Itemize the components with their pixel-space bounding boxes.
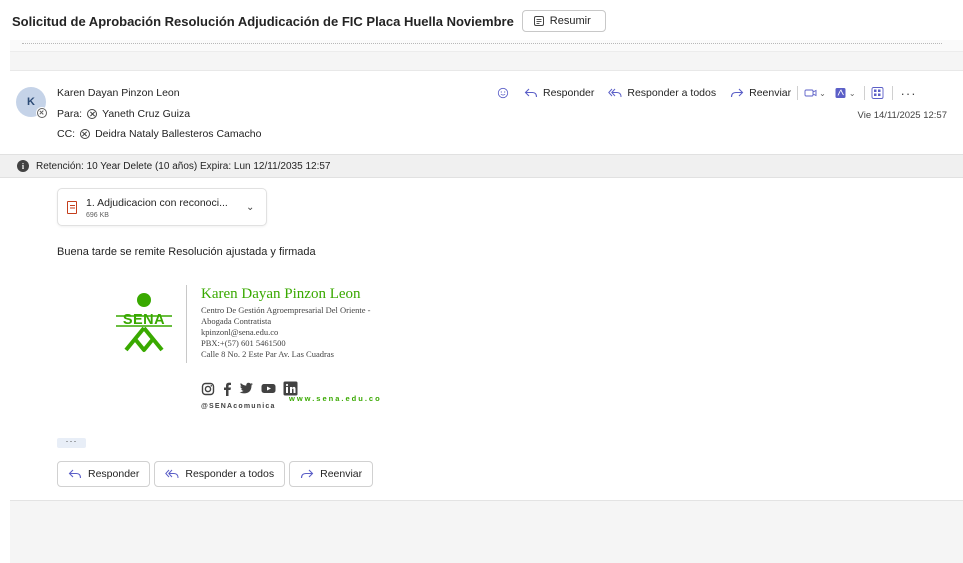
reply-buttons: Responder Responder a todos Reenviar [57,461,374,487]
to-recipient[interactable]: Yaneth Cruz Guiza [102,108,190,120]
reply-footer-label: Responder [88,468,140,480]
chevron-down-icon: ⌄ [848,88,856,98]
presence-offline-icon [37,108,47,118]
thread-gap [10,52,963,70]
retention-banner: i Retención: 10 Year Delete (10 años) Ex… [0,154,963,178]
forward-icon [301,469,314,479]
attachment-name: 1. Adjudicacion con reconoci... [86,197,228,209]
signature-line-address: Calle 8 No. 2 Este Par Av. Las Cuadras [201,349,334,359]
signature-divider [186,285,187,363]
facebook-icon[interactable] [222,382,232,396]
signature-line-org: Centro De Gestión Agroempresarial Del Or… [201,305,371,315]
cc-label: CC: [57,128,76,140]
reply-footer-button[interactable]: Responder [57,461,151,487]
website-link[interactable]: www.sena.edu.co [289,394,382,403]
sena-logo: SENA [116,293,172,352]
social-links [201,381,298,396]
forward-footer-label: Reenviar [320,468,363,480]
reply-all-label: Responder a todos [627,87,717,99]
signature-line-role: Abogada Contratista [201,316,272,326]
teams-share-button[interactable]: ⌄ [804,87,826,99]
twitter-icon[interactable] [239,382,254,395]
actions-divider [891,86,893,100]
show-trimmed-content-button[interactable]: ··· [57,437,86,448]
signature-line-email[interactable]: kpinzonl@sena.edu.co [201,327,278,337]
pdf-export-button[interactable]: ⌄ [834,87,856,99]
message-date: Vie 14/11/2025 12:57 [857,110,947,121]
smiley-icon [497,87,509,99]
more-actions-button[interactable]: ··· [901,86,917,101]
emoji-reaction-button[interactable] [496,87,510,99]
message-actions: Responder Responder a todos Reenviar ⌄ ⌄ [496,83,917,103]
reply-all-icon [608,88,622,98]
reply-button[interactable]: Responder [524,87,594,99]
reply-all-button[interactable]: Responder a todos [608,87,716,99]
youtube-icon[interactable] [261,383,276,394]
email-subject: Solicitud de Aprobación Resolución Adjud… [12,13,514,29]
to-label: Para: [57,108,83,120]
signature-name: Karen Dayan Pinzon Leon [201,286,361,302]
cc-recipient[interactable]: Deidra Nataly Ballesteros Camacho [95,128,261,140]
chevron-down-icon: ⌄ [819,88,826,98]
reply-all-icon [165,469,179,479]
presence-badge [36,107,48,119]
signature-line-phone: PBX:+(57) 601 5461500 [201,338,286,348]
message-card: K Karen Dayan Pinzon Leon Para: Yaneth C… [10,70,963,500]
reply-all-footer-button[interactable]: Responder a todos [154,461,286,487]
share-to-teams-icon [804,89,817,97]
sender-name[interactable]: Karen Dayan Pinzon Leon [57,87,180,99]
reply-icon [524,88,538,98]
collapsed-message-strip[interactable] [10,40,963,52]
retention-text: Retención: 10 Year Delete (10 años) Expi… [36,160,331,172]
forward-footer-button[interactable]: Reenviar [289,461,374,487]
reply-all-footer-label: Responder a todos [185,468,275,480]
attachment-card[interactable]: 1. Adjudicacion con reconoci... 696 KB ⌄ [57,188,267,226]
summarize-button[interactable]: Resumir [521,10,606,32]
cc-line: CC: Deidra Nataly Ballesteros Camacho [57,128,261,140]
apps-button[interactable] [871,87,884,99]
instagram-icon[interactable] [201,382,215,396]
pdf-file-icon [67,201,77,214]
message-body: Buena tarde se remite Resolución ajustad… [57,246,316,258]
attachment-chevron-down-icon[interactable]: ⌄ [246,202,254,213]
summarize-label: Resumir [549,15,591,27]
reading-pane-footer [10,500,963,563]
info-icon: i [17,160,29,172]
forward-label: Reenviar [749,87,792,99]
pdf-icon [835,88,846,98]
attachment-size: 696 KB [86,212,109,219]
forward-icon [731,88,744,98]
recipient-presence-icon [87,109,98,119]
apps-grid-icon [871,87,883,99]
reply-icon [68,469,82,479]
summarize-icon [533,16,544,26]
to-line: Para: Yaneth Cruz Guiza [57,108,190,120]
forward-button[interactable]: Reenviar [730,87,791,99]
actions-divider [797,86,799,100]
social-handle: @SENAcomunica [201,403,276,410]
cc-presence-icon [80,129,91,139]
reply-label: Responder [543,87,595,99]
actions-divider [863,86,865,100]
subject-bar: Solicitud de Aprobación Resolución Adjud… [0,0,963,42]
email-reading-pane: Solicitud de Aprobación Resolución Adjud… [0,0,963,563]
